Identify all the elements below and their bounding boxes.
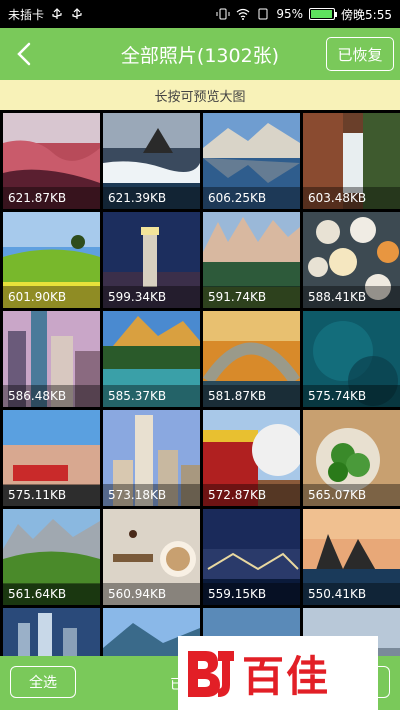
- photo-size-label: 585.37KB: [103, 385, 200, 407]
- logo-icon: [188, 651, 234, 697]
- photo-tile[interactable]: 560.94KB: [103, 509, 200, 605]
- select-all-button[interactable]: 全选: [10, 666, 76, 698]
- wifi-icon: [236, 8, 250, 20]
- photo-tile[interactable]: 573.18KB: [103, 410, 200, 506]
- back-button[interactable]: [8, 38, 40, 70]
- photo-size-label: 606.25KB: [203, 187, 300, 209]
- photo-tile[interactable]: 575.11KB: [3, 410, 100, 506]
- photo-grid: 621.87KB 621.39KB 606.25KB 603.48KB 601.…: [0, 110, 400, 710]
- photo-size-label: 550.41KB: [303, 583, 400, 605]
- photo-size-label: 565.07KB: [303, 484, 400, 506]
- preview-hint: 长按可预览大图: [0, 80, 400, 110]
- photo-size-label: 621.87KB: [3, 187, 100, 209]
- photo-size-label: 588.41KB: [303, 286, 400, 308]
- photo-tile[interactable]: 550.41KB: [303, 509, 400, 605]
- status-bar: 未插卡 95% 傍晚5:55: [0, 0, 400, 28]
- photo-tile[interactable]: 565.07KB: [303, 410, 400, 506]
- battery-icon: [309, 8, 338, 20]
- photo-tile[interactable]: 591.74KB: [203, 212, 300, 308]
- vibrate-icon: [216, 8, 230, 20]
- photo-size-label: 599.34KB: [103, 286, 200, 308]
- photo-size-label: 573.18KB: [103, 484, 200, 506]
- photo-tile[interactable]: 585.37KB: [103, 311, 200, 407]
- photo-tile[interactable]: 581.87KB: [203, 311, 300, 407]
- photo-tile[interactable]: 599.34KB: [103, 212, 200, 308]
- usb-icon: [72, 8, 82, 19]
- photo-size-label: 591.74KB: [203, 286, 300, 308]
- photo-tile[interactable]: 561.64KB: [3, 509, 100, 605]
- photo-size-label: 572.87KB: [203, 484, 300, 506]
- photo-size-label: 586.48KB: [3, 385, 100, 407]
- battery-percent: 95%: [276, 7, 304, 21]
- photo-tile[interactable]: 575.74KB: [303, 311, 400, 407]
- photo-size-label: 575.11KB: [3, 484, 100, 506]
- photo-tile[interactable]: 606.25KB: [203, 113, 300, 209]
- usb-icon: [52, 8, 62, 19]
- page-title: 全部照片(1302张): [120, 44, 280, 67]
- photo-tile[interactable]: 588.41KB: [303, 212, 400, 308]
- photo-size-label: 581.87KB: [203, 385, 300, 407]
- photo-size-label: 601.90KB: [3, 286, 100, 308]
- photo-size-label: 559.15KB: [203, 583, 300, 605]
- photo-size-label: 560.94KB: [103, 583, 200, 605]
- battery-level: [311, 10, 332, 18]
- watermark: 百佳: [178, 636, 378, 710]
- photo-tile[interactable]: 621.39KB: [103, 113, 200, 209]
- photo-size-label: 621.39KB: [103, 187, 200, 209]
- clock: 傍晚5:55: [341, 7, 392, 22]
- chevron-left-icon: [17, 42, 31, 66]
- photo-tile[interactable]: 603.48KB: [303, 113, 400, 209]
- carrier-text: 未插卡: [8, 7, 45, 22]
- photo-tile[interactable]: 572.87KB: [203, 410, 300, 506]
- photo-tile[interactable]: 586.48KB: [3, 311, 100, 407]
- photo-size-label: 561.64KB: [3, 583, 100, 605]
- photo-tile[interactable]: 559.15KB: [203, 509, 300, 605]
- photo-size-label: 603.48KB: [303, 187, 400, 209]
- restored-button[interactable]: 已恢复: [326, 37, 394, 71]
- photo-tile[interactable]: 621.87KB: [3, 113, 100, 209]
- photo-size-label: 575.74KB: [303, 385, 400, 407]
- watermark-text: 百佳: [242, 651, 331, 701]
- photo-tile[interactable]: 601.90KB: [3, 212, 100, 308]
- app-header: 全部照片(1302张) 已恢复: [0, 28, 400, 80]
- alarm-icon: [258, 8, 268, 20]
